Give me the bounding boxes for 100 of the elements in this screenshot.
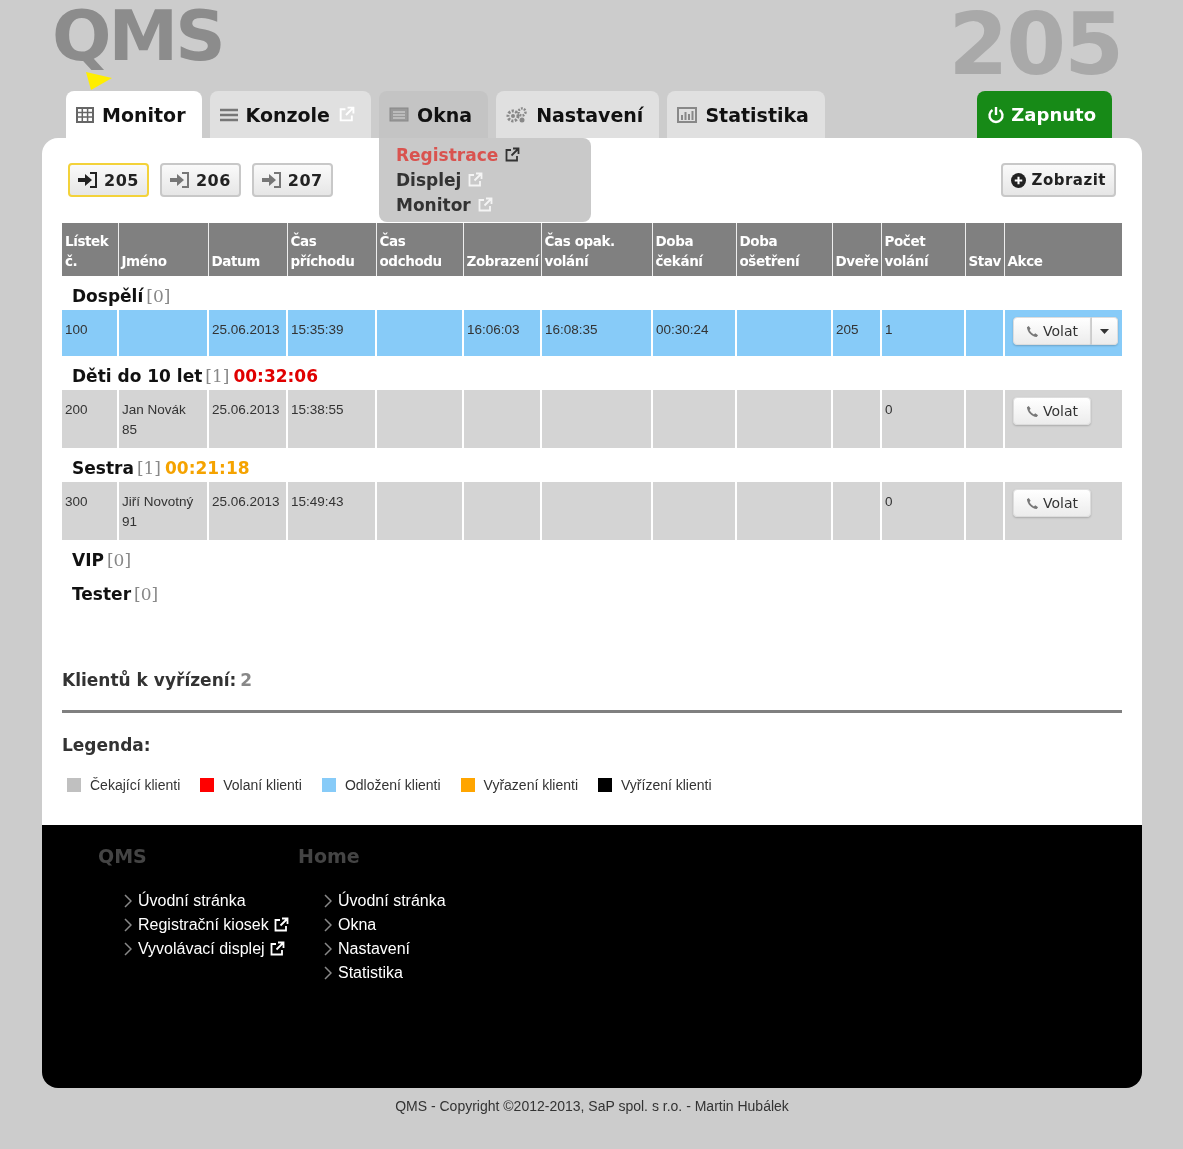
table-cell: 15:38:55 (287, 390, 376, 448)
legend-label: Čekající klienti (90, 777, 181, 793)
phone-icon (1026, 496, 1039, 510)
table-cell: 205 (832, 310, 881, 356)
table-cell: 15:35:39 (287, 310, 376, 356)
sign-in-icon (261, 172, 282, 188)
show-button[interactable]: Zobrazit (1000, 163, 1116, 197)
summary-label: Klientů k vyřízení: (62, 670, 237, 690)
list-icon (219, 107, 238, 122)
table-cell: 0 (881, 390, 965, 448)
counter-button[interactable]: 206 (159, 163, 241, 197)
table-cell: 25.06.2013 (208, 390, 287, 448)
sign-in-icon (78, 172, 98, 188)
nav-tab[interactable]: Konzole (209, 91, 371, 138)
external-link-icon (338, 106, 355, 123)
table-cell (832, 482, 881, 540)
call-button[interactable]: Volat (1013, 489, 1091, 517)
table-cell: 0 (881, 482, 965, 540)
table-cell: 15:49:43 (287, 482, 376, 540)
nav-tab[interactable]: Statistika (667, 91, 825, 138)
table-cell: 200 (62, 390, 118, 448)
column-header: Čas opak. volání (541, 223, 652, 276)
menu-item[interactable]: Monitor (379, 192, 591, 217)
triangle-icon (86, 72, 112, 90)
call-button[interactable]: Volat (1013, 317, 1091, 345)
table-cell: 16:06:03 (463, 310, 541, 356)
group-count: [1] (205, 366, 230, 386)
chevron-icon (324, 894, 332, 908)
footer-link[interactable]: Vyvolávací displej (138, 940, 285, 958)
table-cell: 00:30:24 (652, 310, 736, 356)
chevron-icon (324, 918, 332, 932)
sign-in-icon (169, 172, 190, 188)
table-cell: 16:08:35 (541, 310, 652, 356)
group-title: Dospělí (72, 286, 144, 306)
counter-button[interactable]: 205 (68, 163, 149, 197)
group-title: Sestra (72, 458, 134, 478)
caret-icon (1100, 328, 1109, 334)
footer-heading: QMS (98, 845, 148, 867)
copyright-text: QMS - Copyright ©2012-2013, SaP spol. s r.o. - Martin Hubálek (394, 1098, 790, 1114)
external-link-icon (467, 171, 484, 188)
dropdown-toggle[interactable] (1091, 317, 1118, 345)
group-title: VIP (72, 550, 104, 570)
table-cell: 25.06.2013 (208, 482, 287, 540)
footer-link[interactable]: Okna (338, 916, 377, 934)
external-link-icon (272, 917, 289, 933)
power-icon (987, 105, 1006, 124)
window-icon (389, 107, 409, 122)
legend-label: Vyřízení klienti (621, 777, 712, 793)
external-link-icon (476, 196, 493, 213)
footer-heading: Home (298, 845, 361, 867)
group-title: Tester (72, 584, 132, 604)
phone-icon (1026, 404, 1039, 418)
table-cell: Jiří Novotný 91 (118, 482, 208, 540)
footer-link[interactable]: Statistika (338, 964, 403, 982)
nav-tab[interactable]: Okna (379, 91, 489, 138)
table-cell: Jan Novák 85 (118, 390, 208, 448)
column-header: Dveře (832, 223, 881, 276)
table-cell: 1 (881, 310, 965, 356)
column-header: Lístek č. (62, 223, 118, 276)
group-count: [0] (106, 550, 132, 570)
bar-chart-icon (677, 106, 698, 123)
table-icon (76, 106, 94, 123)
table-cell: 25.06.2013 (208, 310, 287, 356)
footer-link[interactable]: Úvodní stránka (338, 892, 446, 910)
column-header: Datum (208, 223, 287, 276)
group-count: [0] (134, 584, 159, 604)
chevron-icon (324, 966, 332, 980)
group-timer: 00:21:18 (164, 458, 250, 478)
column-header: Stav (965, 223, 1004, 276)
nav-tab[interactable]: Nastavení (496, 91, 660, 138)
group-count: [1] (136, 458, 161, 478)
chevron-icon (124, 942, 132, 956)
logo-text: QMS (52, 0, 224, 72)
group-title: Děti do 10 let (72, 366, 203, 386)
group-timer: 00:32:06 (233, 366, 318, 386)
chevron-icon (324, 942, 332, 956)
external-link-icon (504, 146, 521, 163)
power-toggle[interactable]: Zapnuto (977, 91, 1112, 138)
external-link-icon (268, 941, 285, 957)
column-header: Doba ošetření (736, 223, 832, 276)
call-button[interactable]: Volat (1013, 397, 1091, 425)
column-header: Akce (1004, 223, 1122, 276)
table-cell (832, 390, 881, 448)
chevron-icon (124, 894, 132, 908)
column-header: Jméno (118, 223, 208, 276)
nav-tab[interactable]: Monitor (66, 91, 202, 138)
menu-item[interactable]: Displej (379, 167, 591, 192)
footer-link[interactable]: Registrační kiosek (138, 916, 289, 934)
summary-value: 2 (240, 670, 253, 690)
table-cell: 100 (62, 310, 118, 356)
column-header: Doba čekání (652, 223, 736, 276)
legend-label: Vyřazení klienti (483, 777, 578, 793)
counter-button[interactable]: 207 (251, 163, 333, 197)
footer-link[interactable]: Úvodní stránka (138, 892, 246, 910)
legend-label: Odložení klienti (344, 777, 441, 793)
column-header: Čas odchodu (376, 223, 463, 276)
column-header: Čas příchodu (287, 223, 376, 276)
phone-icon (1026, 324, 1039, 338)
gears-icon (506, 105, 529, 124)
footer-link[interactable]: Nastavení (338, 940, 411, 958)
